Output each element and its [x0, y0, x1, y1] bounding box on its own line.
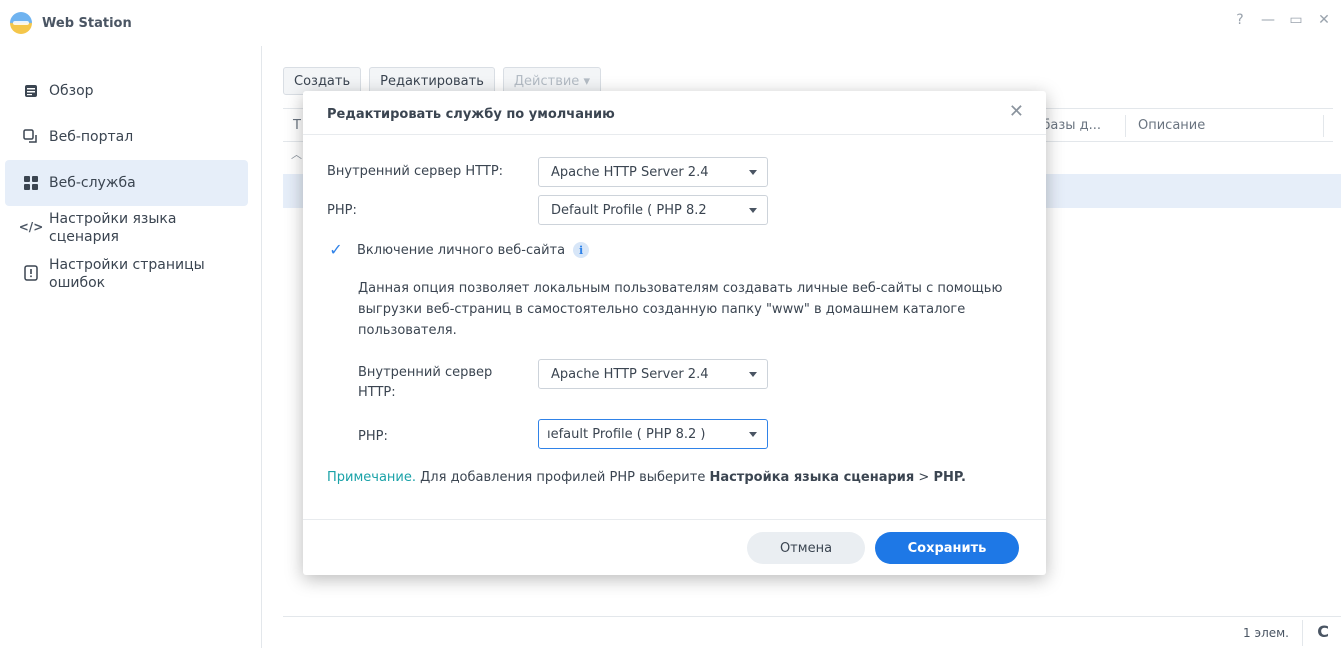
column-separator [1323, 115, 1324, 137]
column-separator [1125, 115, 1126, 137]
personal-website-description: Данная опция позволяет локальным пользов… [358, 281, 1003, 338]
web-station-logo-icon [10, 12, 32, 34]
chevron-down-icon [749, 372, 757, 377]
chevron-down-icon [749, 432, 757, 437]
app-title: Web Station [42, 15, 132, 31]
window-controls: ? — ▭ ✕ [1233, 12, 1331, 28]
footer-divider [283, 616, 1341, 617]
minimize-icon[interactable]: — [1261, 12, 1275, 28]
script-language-icon: </> [18, 220, 44, 234]
sidebar-item-label: Веб-служба [49, 175, 136, 191]
column-header-description[interactable]: Описание [1138, 118, 1205, 133]
web-portal-icon [23, 129, 39, 145]
sidebar-item-label: Веб-портал [49, 129, 134, 145]
sidebar-item-label: Настройки языка сценария [49, 211, 177, 245]
dialog-footer: Отмена Сохранить [303, 519, 1046, 575]
personal-php-label: PHP: [358, 429, 388, 444]
save-button[interactable]: Сохранить [875, 532, 1019, 564]
help-icon[interactable]: ? [1233, 12, 1247, 28]
checkmark-icon[interactable]: ✓ [327, 241, 345, 259]
sidebar-item-web-service[interactable]: Веб-служба [5, 160, 248, 206]
sidebar-item-overview[interactable]: Обзор [5, 68, 248, 114]
personal-php-select[interactable]: ıefault Profile ( PHP 8.2 ) [538, 419, 768, 449]
footer-separator [1302, 620, 1303, 646]
http-server-select[interactable]: Apache HTTP Server 2.4 [538, 157, 768, 187]
column-header-database[interactable]: /базы д... [1038, 118, 1101, 133]
close-icon[interactable]: ✕ [1009, 101, 1024, 122]
chevron-down-icon [749, 170, 757, 175]
personal-php-value: ıefault Profile ( PHP 8.2 ) [547, 426, 706, 442]
note-link-php: PHP [933, 470, 962, 485]
error-page-icon [23, 265, 39, 281]
php-label: PHP: [327, 203, 357, 218]
http-server-value: Apache HTTP Server 2.4 [551, 164, 709, 180]
note-label: Примечание. [327, 470, 417, 485]
http-server-label: Внутренний сервер HTTP: [327, 164, 504, 179]
note-link-script-language: Настройка языка сценария [709, 470, 915, 485]
sidebar-item-label: Обзор [49, 83, 94, 99]
chevron-down-icon [749, 208, 757, 213]
personal-http-server-label: Внутренний сервер HTTP: [358, 365, 493, 400]
sidebar-item-web-portal[interactable]: Веб-портал [5, 114, 248, 160]
close-icon[interactable]: ✕ [1317, 12, 1331, 28]
php-value: Default Profile ( PHP 8.2 [551, 202, 707, 218]
sidebar-item-label: Настройки страницы ошибок [49, 257, 205, 291]
note-separator: > [914, 470, 934, 485]
php-select[interactable]: Default Profile ( PHP 8.2 [538, 195, 768, 225]
info-icon[interactable]: i [573, 242, 590, 258]
chevron-up-icon[interactable]: ︿ [291, 146, 302, 162]
personal-http-server-select[interactable]: Apache HTTP Server 2.4 [538, 359, 768, 389]
sidebar: Обзор Веб-портал Веб-служба </> Настройк… [0, 46, 262, 648]
column-header-type[interactable]: Т [293, 118, 301, 133]
refresh-icon[interactable]: C [1317, 622, 1329, 641]
edit-default-service-dialog: Редактировать службу по умолчанию ✕ Внут… [303, 91, 1046, 575]
php-profile-note: Примечание. Для добавления профилей PHP … [327, 467, 1027, 488]
dialog-title: Редактировать службу по умолчанию [327, 107, 615, 122]
note-end: . [961, 470, 966, 485]
maximize-icon[interactable]: ▭ [1289, 12, 1303, 28]
dialog-header: Редактировать службу по умолчанию ✕ [303, 91, 1046, 135]
note-text: Для добавления профилей PHP выберите [416, 470, 710, 485]
item-count: 1 элем. [1243, 626, 1289, 640]
overview-icon [23, 83, 39, 99]
personal-http-server-value: Apache HTTP Server 2.4 [551, 366, 709, 382]
title-bar: Web Station ? — ▭ ✕ [0, 0, 1341, 46]
cancel-button[interactable]: Отмена [747, 532, 865, 564]
personal-website-checkbox[interactable]: ✓ Включение личного веб-сайта i [327, 241, 590, 259]
sidebar-item-error-page[interactable]: Настройки страницы ошибок [5, 252, 248, 306]
web-service-icon [23, 175, 39, 191]
personal-website-label: Включение личного веб-сайта [357, 242, 566, 258]
